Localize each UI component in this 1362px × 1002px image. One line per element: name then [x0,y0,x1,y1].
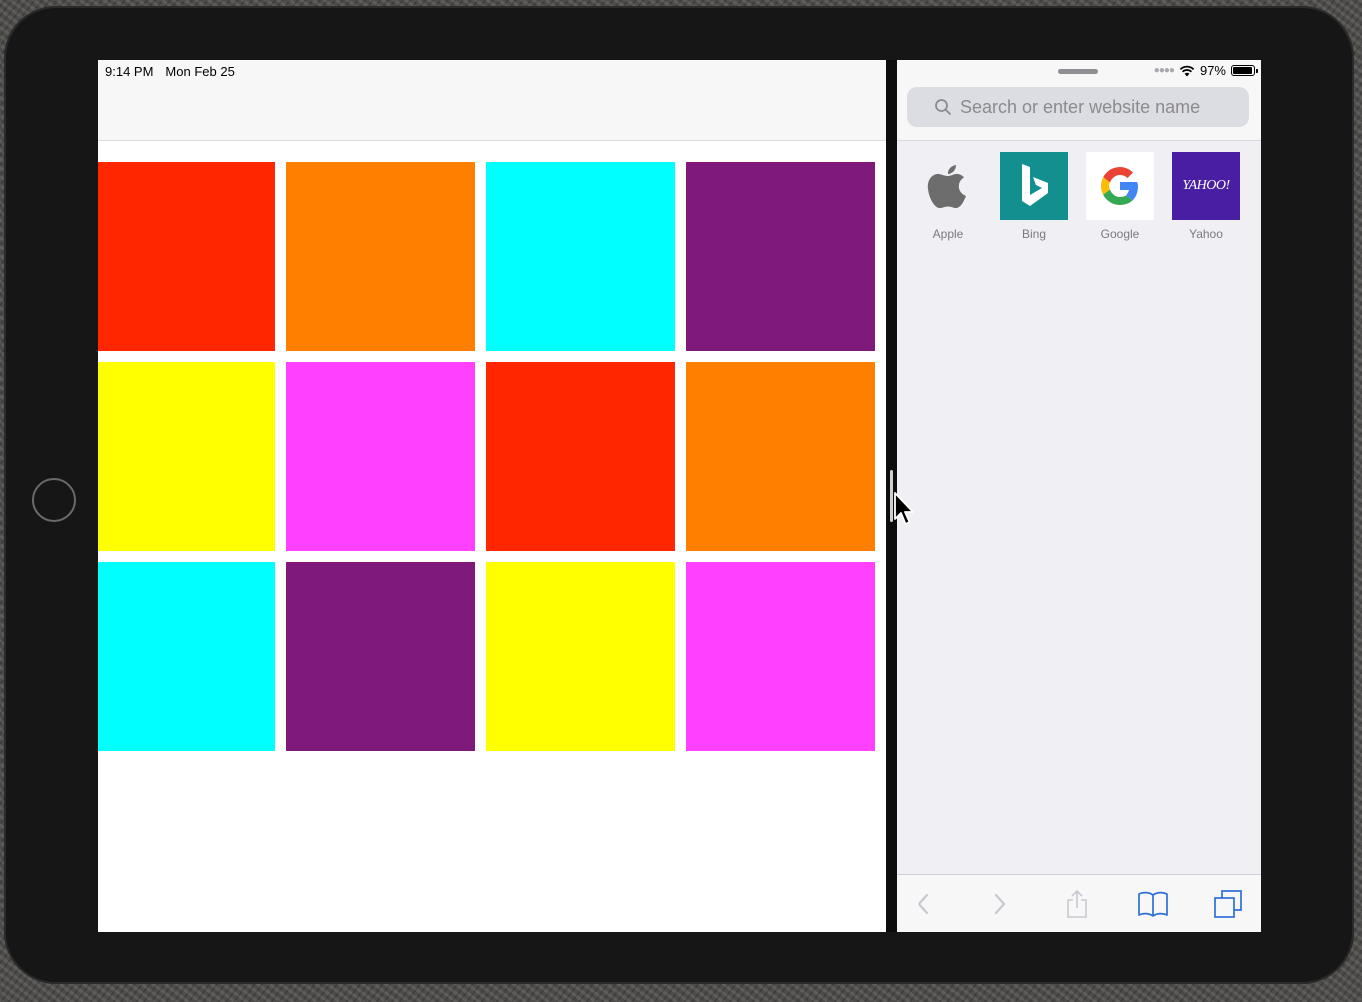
address-search-bar[interactable] [907,87,1249,127]
left-app-pane: 9:14 PM Mon Feb 25 [98,60,886,932]
search-icon [935,99,951,115]
favorite-yahoo[interactable]: YAHOO! Yahoo [1172,152,1240,241]
color-tile[interactable] [286,562,475,751]
cellular-signal-icon: ●●●● [1153,65,1175,76]
favorite-label: Bing [1021,227,1047,241]
battery-icon [1231,65,1258,76]
color-tile[interactable] [98,562,275,751]
favorites-grid: Apple Bing Google YAHOO! Yahoo [914,152,1240,241]
battery-percent: 97% [1199,63,1226,78]
forward-icon [994,893,1006,915]
status-date: Mon Feb 25 [165,64,235,79]
back-icon [917,893,929,915]
home-button[interactable] [32,478,76,522]
color-tile[interactable] [98,362,275,551]
favorite-label: Google [1100,227,1140,241]
favorite-apple[interactable]: Apple [914,152,982,241]
ipad-screen: 9:14 PM Mon Feb 25 ●●●● 97% Search or en… [98,60,1261,932]
status-bar-left: 9:14 PM Mon Feb 25 [105,64,235,79]
status-bar-right: ●●●● 97% [1153,63,1258,78]
color-tile[interactable] [686,362,875,551]
status-time: 9:14 PM [105,64,154,79]
yahoo-logo-text: YAHOO! [1182,178,1230,193]
color-tile-grid [98,162,875,751]
color-tile[interactable] [286,162,475,351]
mouse-pointer-icon [894,492,914,525]
color-tile[interactable] [486,362,675,551]
bing-logo-icon [1000,152,1068,220]
yahoo-logo-icon: YAHOO! [1172,152,1240,220]
color-tile[interactable] [286,362,475,551]
safari-pane: ●●●● 97% Search or enter website name Ap… [897,60,1261,932]
bookmarks-icon [1138,891,1168,917]
bookmarks-button[interactable] [1136,887,1170,921]
color-tile[interactable] [686,562,875,751]
safari-bottom-toolbar [897,874,1261,932]
wifi-icon [1179,65,1195,76]
share-icon [1067,889,1087,918]
color-tile[interactable] [486,162,675,351]
favorite-google[interactable]: Google [1086,152,1154,241]
favorite-label: Apple [932,227,964,241]
left-app-navigation-bar: 9:14 PM Mon Feb 25 [98,60,886,141]
favorite-label: Yahoo [1189,227,1223,241]
safari-navigation-bar: ●●●● 97% [897,60,1261,141]
color-tile[interactable] [98,162,275,351]
forward-button[interactable] [983,887,1017,921]
back-button[interactable] [906,887,940,921]
google-logo-icon [1086,152,1154,220]
share-button[interactable] [1060,887,1094,921]
color-tile[interactable] [486,562,675,751]
apple-logo-icon [914,152,982,220]
slide-over-grabber[interactable] [1058,69,1098,74]
favorite-bing[interactable]: Bing [1000,152,1068,241]
tabs-icon [1214,890,1242,918]
color-tile[interactable] [686,162,875,351]
tabs-button[interactable] [1211,887,1245,921]
search-input[interactable] [960,96,1222,118]
